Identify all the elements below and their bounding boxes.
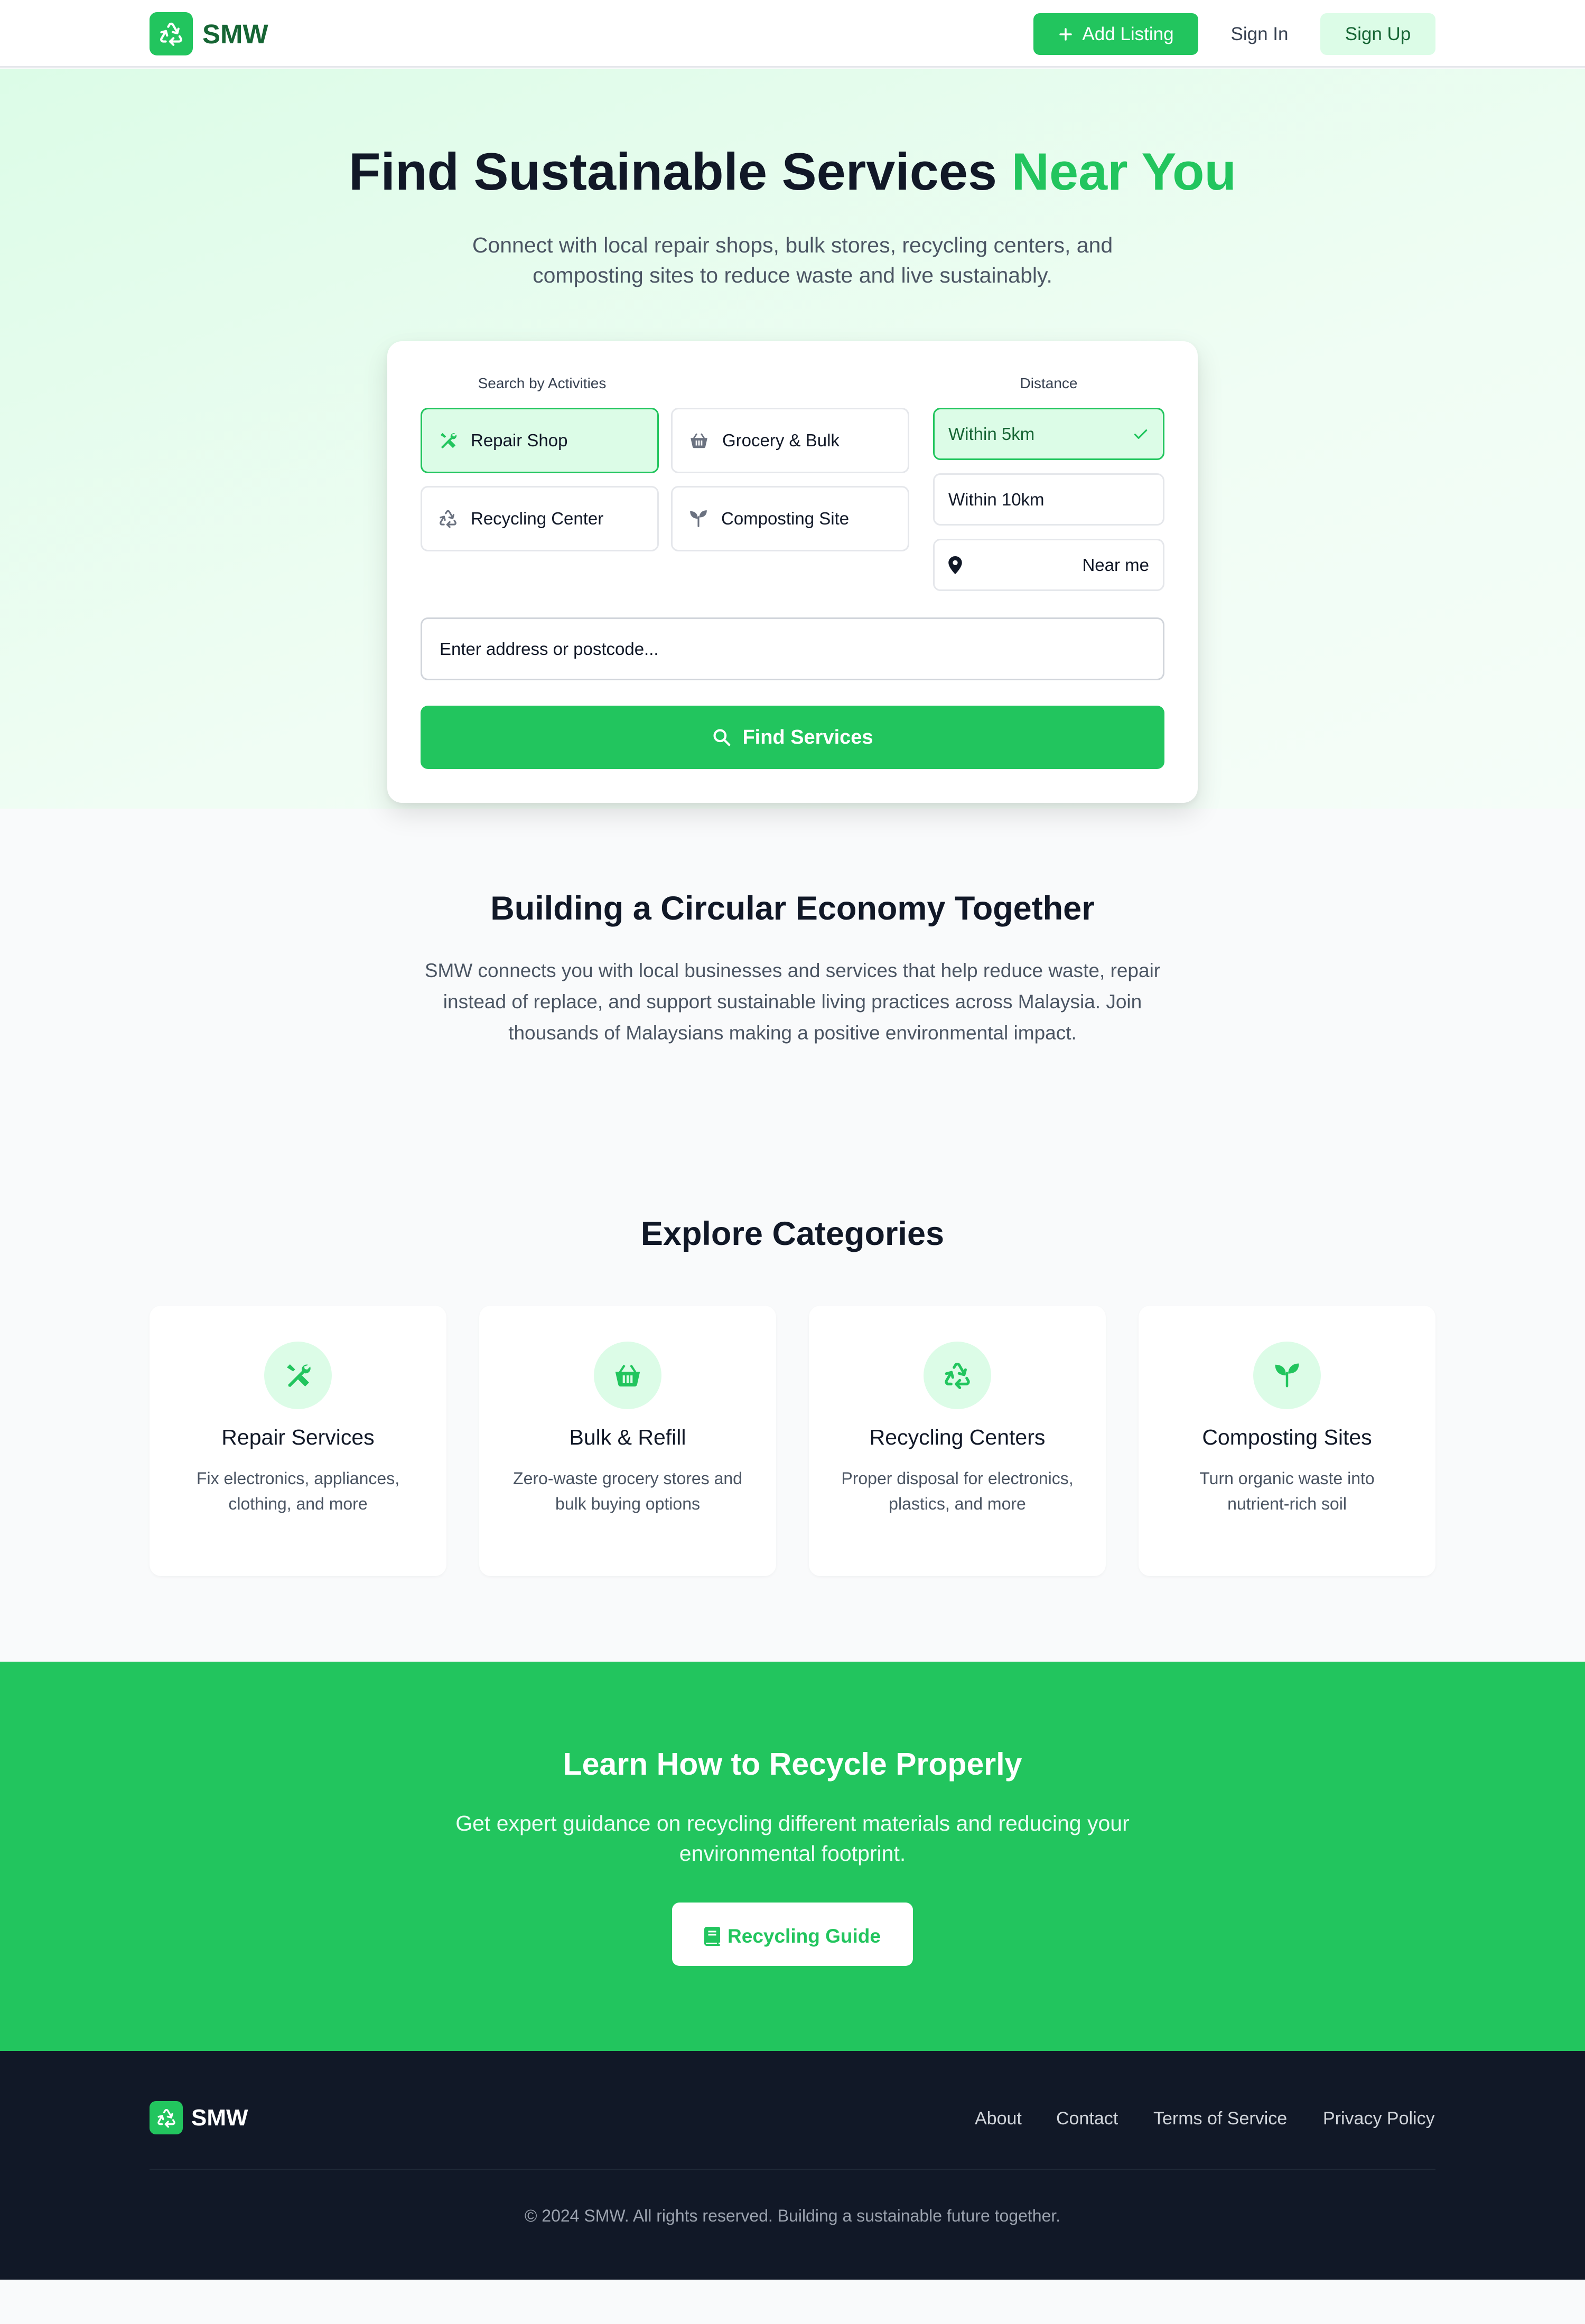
footer-link-terms[interactable]: Terms of Service — [1153, 2109, 1287, 2129]
address-input[interactable]: Enter address or postcode... — [421, 617, 1164, 680]
category-desc: Turn organic waste into nutrient-rich so… — [1199, 1469, 1375, 1513]
top-navbar: SMW Add Listing Sign In Sign Up — [0, 0, 1585, 68]
categories-title: Explore Categories — [640, 1215, 945, 1252]
footer-link-contact[interactable]: Contact — [1056, 2109, 1118, 2129]
activity-repair-shop[interactable]: Repair Shop — [421, 408, 659, 473]
footer-link-privacy[interactable]: Privacy Policy — [1323, 2109, 1435, 2129]
category-card-repair[interactable]: Repair Services Fix electronics, applian… — [150, 1306, 446, 1576]
find-services-label: Find Services — [742, 726, 873, 748]
search-card: Search by Activities Distance Repair Sho… — [387, 341, 1198, 803]
plus-icon — [1059, 27, 1073, 41]
footer-link-about[interactable]: About — [975, 2109, 1022, 2129]
activity-label: Composting Site — [721, 509, 850, 528]
distance-label: Near me — [1082, 555, 1149, 575]
learn-subtitle: Get expert guidance on recycling differe… — [455, 1811, 1130, 1866]
category-desc: Proper disposal for electronics, plastic… — [841, 1469, 1074, 1513]
category-card-recycling[interactable]: Recycling Centers Proper disposal for el… — [809, 1306, 1106, 1576]
footer-copyright: © 2024 SMW. All rights reserved. Buildin… — [524, 2206, 1061, 2225]
activity-recycling-center[interactable]: Recycling Center — [421, 486, 659, 551]
learn-title: Learn How to Recycle Properly — [563, 1747, 1022, 1782]
distance-near-me[interactable]: Near me — [933, 539, 1164, 591]
activity-grocery-bulk[interactable]: Grocery & Bulk — [671, 408, 909, 473]
sign-in-button[interactable]: Sign In — [1215, 13, 1304, 55]
check-icon — [1134, 429, 1148, 439]
category-card-bulk[interactable]: Bulk & Refill Zero-waste grocery stores … — [479, 1306, 776, 1576]
add-listing-label: Add Listing — [1082, 23, 1174, 44]
seedling-icon — [1253, 1342, 1321, 1409]
basket-icon — [691, 433, 707, 448]
distance-10km[interactable]: Within 10km — [933, 473, 1164, 526]
circular-text: SMW connects you with local businesses a… — [424, 960, 1161, 1044]
activity-label: Repair Shop — [471, 430, 568, 450]
recycling-guide-label: Recycling Guide — [728, 1925, 881, 1947]
category-name: Bulk & Refill — [569, 1425, 686, 1449]
recycle-icon — [150, 12, 193, 55]
circular-title: Building a Circular Economy Together — [490, 890, 1095, 927]
category-name: Recycling Centers — [869, 1425, 1046, 1449]
footer-logo[interactable]: SMW — [150, 2101, 248, 2134]
activity-composting-site[interactable]: Composting Site — [671, 486, 909, 551]
book-icon — [704, 1927, 721, 1946]
footer-divider — [150, 2169, 1435, 2170]
category-desc: Zero-waste grocery stores and bulk buyin… — [513, 1469, 742, 1513]
distance-label: Within 5km — [948, 424, 1035, 444]
tools-icon — [440, 433, 457, 448]
activities-label: Search by Activities — [478, 375, 607, 391]
tools-icon — [264, 1342, 332, 1409]
distance-5km[interactable]: Within 5km — [933, 408, 1164, 460]
hero-subtitle: Connect with local repair shops, bulk st… — [472, 233, 1113, 287]
distance-label: Within 10km — [948, 489, 1045, 509]
recycling-guide-content: Recycling Guide — [672, 1922, 913, 1951]
recycle-icon — [440, 510, 456, 528]
hero-title-accent: Near You — [1011, 142, 1236, 201]
find-services-button[interactable]: Find Services — [421, 706, 1164, 769]
map-pin-icon — [948, 556, 962, 574]
category-name: Repair Services — [221, 1425, 375, 1449]
category-name: Composting Sites — [1202, 1425, 1372, 1449]
recycle-icon — [924, 1342, 991, 1409]
recycling-guide-button[interactable]: Recycling Guide — [672, 1903, 913, 1966]
logo-text: SMW — [202, 18, 268, 49]
footer — [0, 2051, 1585, 2280]
basket-icon — [594, 1342, 661, 1409]
search-icon — [713, 729, 731, 746]
hero-title: Find Sustainable Services Near You — [0, 142, 1585, 202]
footer-logo-text: SMW — [191, 2104, 248, 2131]
recycle-icon — [150, 2101, 183, 2134]
add-listing-button[interactable]: Add Listing — [1033, 13, 1198, 55]
category-desc: Fix electronics, appliances, clothing, a… — [196, 1469, 400, 1513]
logo[interactable]: SMW — [150, 12, 268, 55]
category-card-composting[interactable]: Composting Sites Turn organic waste into… — [1139, 1306, 1435, 1576]
distance-label: Distance — [1020, 375, 1078, 391]
sign-up-button[interactable]: Sign Up — [1320, 13, 1435, 55]
activity-label: Grocery & Bulk — [722, 430, 840, 450]
seedling-icon — [690, 510, 707, 527]
hero-title-main: Find Sustainable Services — [349, 142, 1012, 201]
activity-label: Recycling Center — [471, 509, 604, 528]
